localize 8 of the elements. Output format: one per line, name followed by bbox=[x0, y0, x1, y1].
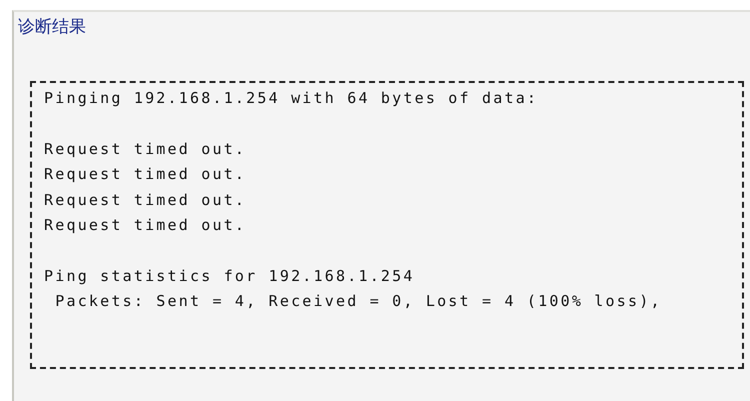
output-line: Pinging 192.168.1.254 with 64 bytes of data: bbox=[44, 88, 538, 109]
output-line: Request timed out. bbox=[44, 164, 246, 185]
output-line: Request timed out. bbox=[44, 138, 246, 160]
output-line: Request timed out. bbox=[44, 190, 246, 210]
output-line: Packets: Sent = 4, Received = 0, Lost = 4 (100% loss), bbox=[54, 291, 662, 312]
panel-title: 诊断结果 bbox=[18, 16, 86, 39]
output-line: Request timed out. bbox=[44, 215, 246, 236]
output-line: Ping statistics for 192.168.1.254 bbox=[44, 266, 415, 286]
